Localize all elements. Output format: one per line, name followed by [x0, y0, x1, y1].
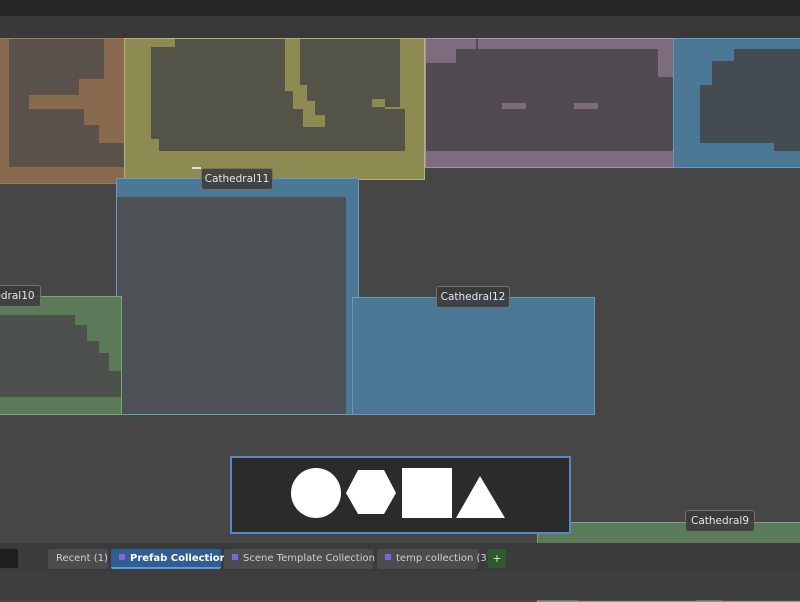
room-olive-tiles — [125, 39, 424, 179]
tab-temp-collection[interactable]: temp collection (3) — [377, 549, 491, 569]
tab-label: Scene Template Collection (3) — [243, 553, 393, 564]
room-mauve-tiles — [426, 39, 674, 167]
add-collection-button[interactable]: + — [488, 549, 506, 568]
square-icon[interactable] — [402, 468, 452, 518]
hexagon-icon[interactable] — [346, 470, 396, 514]
collection-color-icon — [385, 554, 391, 560]
scene-view-toolbar — [0, 16, 800, 39]
tab-bar-left-stub — [0, 549, 18, 568]
shape-palette-panel — [230, 456, 571, 534]
room-olive[interactable] — [124, 38, 425, 180]
room-cathedral11-tiles — [117, 179, 358, 414]
collection-color-icon — [232, 554, 238, 560]
room-label[interactable]: edral10 — [0, 285, 41, 307]
shape-palette-shapes — [291, 468, 505, 518]
bottom-panel — [0, 571, 800, 600]
room-blue-top-tiles — [674, 39, 800, 167]
room-orange[interactable] — [0, 38, 126, 184]
collection-color-icon — [119, 554, 125, 560]
top-toolbar — [0, 0, 800, 16]
selection-handle[interactable] — [192, 167, 201, 169]
tab-scene-template-collection[interactable]: Scene Template Collection (3) — [224, 549, 392, 569]
tab-label: temp collection (3) — [396, 553, 491, 564]
room-label[interactable]: Cathedral12 — [436, 286, 510, 308]
triangle-icon[interactable] — [456, 476, 505, 518]
tab-prefab-collection[interactable]: Prefab Collection (4) — [111, 549, 246, 569]
room-cathedral10-tiles — [0, 297, 121, 414]
room-cathedral12[interactable] — [352, 297, 595, 415]
room-label[interactable]: Cathedral11 — [201, 168, 273, 190]
circle-icon[interactable] — [291, 468, 341, 518]
room-mauve[interactable] — [425, 38, 675, 168]
room-cathedral10[interactable] — [0, 296, 122, 415]
room-label[interactable]: Cathedral9 — [685, 510, 755, 532]
room-cathedral12-tiles — [353, 298, 594, 414]
tab-recent[interactable]: Recent (1) — [48, 549, 108, 569]
tab-label: Recent (1) — [56, 553, 108, 564]
room-orange-tiles — [0, 39, 125, 183]
room-blue-top[interactable] — [673, 38, 800, 168]
room-cathedral11[interactable] — [116, 178, 359, 415]
